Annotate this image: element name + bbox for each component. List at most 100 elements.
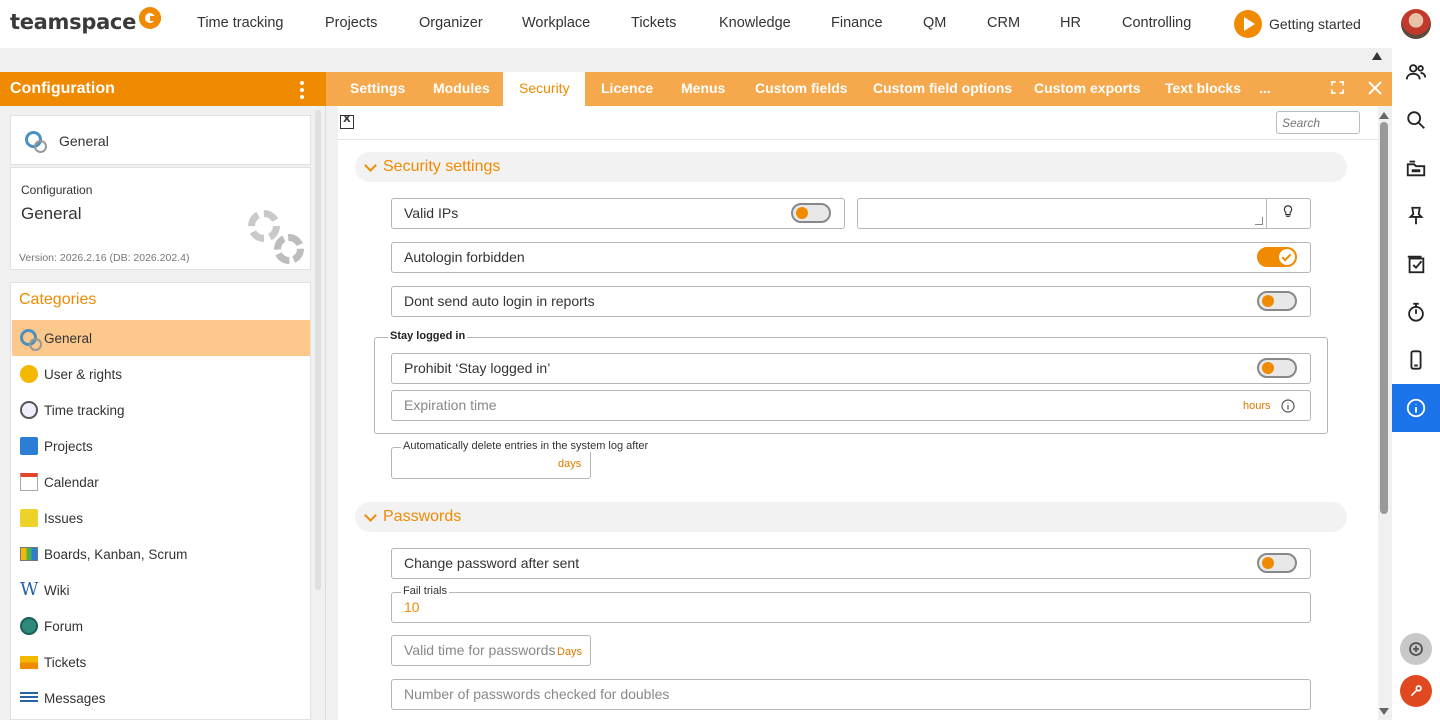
scroll-down-arrow[interactable]	[1379, 708, 1389, 715]
collapse-strip	[0, 48, 1392, 72]
tab-custom-exports[interactable]: Custom exports	[1018, 72, 1157, 106]
nav-tickets[interactable]: Tickets	[631, 15, 676, 31]
scroll-up-arrow[interactable]	[1379, 112, 1389, 119]
prohibit-stay-logged-in-toggle[interactable]	[1257, 358, 1297, 378]
lightbulb-icon[interactable]	[1282, 205, 1294, 219]
user-avatar[interactable]	[1401, 9, 1431, 39]
stopwatch-icon	[20, 401, 38, 419]
field-label: Dont send auto login in reports	[404, 293, 595, 309]
info-title: General	[21, 204, 82, 223]
valid-ips-textarea[interactable]	[857, 198, 1311, 229]
change-password-after-sent-toggle[interactable]	[1257, 553, 1297, 573]
nav-crm[interactable]: CRM	[987, 15, 1020, 31]
valid-ips-toggle[interactable]	[791, 203, 831, 223]
category-projects[interactable]: Projects	[12, 428, 310, 464]
general-card[interactable]: General	[10, 115, 311, 165]
change-password-after-sent-field: Change password after sent	[391, 548, 1311, 579]
section-security-settings[interactable]: Security settings	[355, 152, 1347, 182]
field-label: Autologin forbidden	[404, 249, 525, 265]
category-calendar[interactable]: Calendar	[12, 464, 310, 500]
stay-logged-in-legend: Stay logged in	[388, 330, 468, 342]
category-messages[interactable]: Messages	[12, 680, 310, 716]
configuration-header: Configuration	[0, 72, 326, 106]
field-label: Valid IPs	[404, 205, 459, 221]
category-user-rights[interactable]: User & rights	[12, 356, 310, 392]
category-label: Messages	[44, 690, 106, 706]
category-time-tracking[interactable]: Time tracking	[12, 392, 310, 428]
close-icon[interactable]	[1368, 81, 1382, 95]
nav-organizer[interactable]: Organizer	[419, 15, 483, 31]
wiki-icon: W	[20, 579, 39, 600]
category-wiki[interactable]: W Wiki	[12, 572, 310, 608]
tab-menus[interactable]: Menus	[665, 72, 741, 106]
prohibit-stay-logged-in-field: Prohibit ‘Stay logged in’	[391, 353, 1311, 384]
autologin-forbidden-toggle[interactable]	[1257, 247, 1297, 267]
category-label: Tickets	[44, 654, 87, 670]
maximize-icon[interactable]	[1331, 81, 1344, 94]
category-general[interactable]: General	[12, 320, 310, 356]
tab-modules[interactable]: Modules	[417, 72, 506, 106]
inbox-icon[interactable]	[1392, 144, 1440, 192]
field-placeholder: Number of passwords checked for doubles	[404, 686, 670, 702]
fail-trials-label: Fail trials	[401, 585, 450, 597]
stopwatch-icon[interactable]	[1392, 288, 1440, 336]
kanban-board-icon	[20, 547, 38, 561]
category-label: Wiki	[44, 582, 70, 598]
collapse-up-icon[interactable]	[1372, 52, 1382, 60]
add-circle-icon[interactable]	[1400, 633, 1432, 665]
info-icon[interactable]	[1392, 384, 1440, 432]
nav-time-tracking[interactable]: Time tracking	[197, 15, 283, 31]
tasks-icon[interactable]	[1392, 240, 1440, 288]
teamspace-logo[interactable]: teamspace	[10, 7, 162, 34]
logo-text: teamspace	[10, 10, 137, 34]
fail-trials-input[interactable]: 10	[391, 592, 1311, 623]
play-icon	[1234, 10, 1262, 38]
excel-export-icon[interactable]	[340, 114, 354, 129]
passwords-checked-doubles-input[interactable]: Number of passwords checked for doubles	[391, 679, 1311, 710]
field-label: Change password after sent	[404, 555, 580, 571]
nav-knowledge[interactable]: Knowledge	[719, 15, 791, 31]
resize-handle-icon[interactable]	[1255, 217, 1263, 225]
section-passwords[interactable]: Passwords	[355, 502, 1347, 532]
info-caption: Configuration	[21, 183, 93, 197]
category-issues[interactable]: Issues	[12, 500, 310, 536]
category-boards[interactable]: Boards, Kanban, Scrum	[12, 536, 310, 572]
general-card-label: General	[59, 133, 109, 149]
tab-custom-fields[interactable]: Custom fields	[739, 72, 864, 106]
dont-send-auto-login-toggle[interactable]	[1257, 291, 1297, 311]
category-label: General	[44, 330, 93, 346]
left-scrollbar[interactable]	[315, 110, 321, 590]
more-options-icon[interactable]	[296, 81, 308, 99]
info-circle-icon[interactable]	[1281, 399, 1295, 413]
people-icon[interactable]	[1392, 48, 1440, 96]
nav-qm[interactable]: QM	[923, 15, 946, 31]
chevron-down-icon	[364, 509, 377, 522]
search-icon[interactable]	[1392, 96, 1440, 144]
days-unit: days	[558, 458, 582, 470]
category-tickets[interactable]: Tickets	[12, 644, 310, 680]
pin-icon[interactable]	[1392, 192, 1440, 240]
category-forum[interactable]: Forum	[12, 608, 310, 644]
valid-ips-field: Valid IPs	[391, 198, 845, 229]
getting-started-label: Getting started	[1269, 16, 1361, 32]
search-input[interactable]	[1276, 111, 1360, 134]
tab-more[interactable]: ...	[1243, 72, 1287, 106]
tab-text-blocks[interactable]: Text blocks	[1149, 72, 1257, 106]
tab-custom-field-options[interactable]: Custom field options	[857, 72, 1028, 106]
nav-workplace[interactable]: Workplace	[522, 15, 590, 31]
expiration-time-input[interactable]: Expiration time	[391, 390, 1311, 421]
tab-security[interactable]: Security	[503, 72, 585, 106]
wrench-icon[interactable]	[1400, 675, 1432, 707]
mobile-icon[interactable]	[1392, 336, 1440, 384]
nav-finance[interactable]: Finance	[831, 15, 883, 31]
section-title: Passwords	[383, 508, 462, 525]
getting-started-button[interactable]: Getting started	[1234, 10, 1361, 38]
nav-hr[interactable]: HR	[1060, 15, 1081, 31]
tab-licence[interactable]: Licence	[585, 72, 669, 106]
nav-projects[interactable]: Projects	[325, 15, 377, 31]
logo-mark-icon	[139, 7, 162, 29]
nav-controlling[interactable]: Controlling	[1122, 15, 1191, 31]
category-label: Calendar	[44, 474, 99, 490]
content-scrollbar[interactable]	[1380, 122, 1388, 514]
tab-settings[interactable]: Settings	[334, 72, 421, 106]
